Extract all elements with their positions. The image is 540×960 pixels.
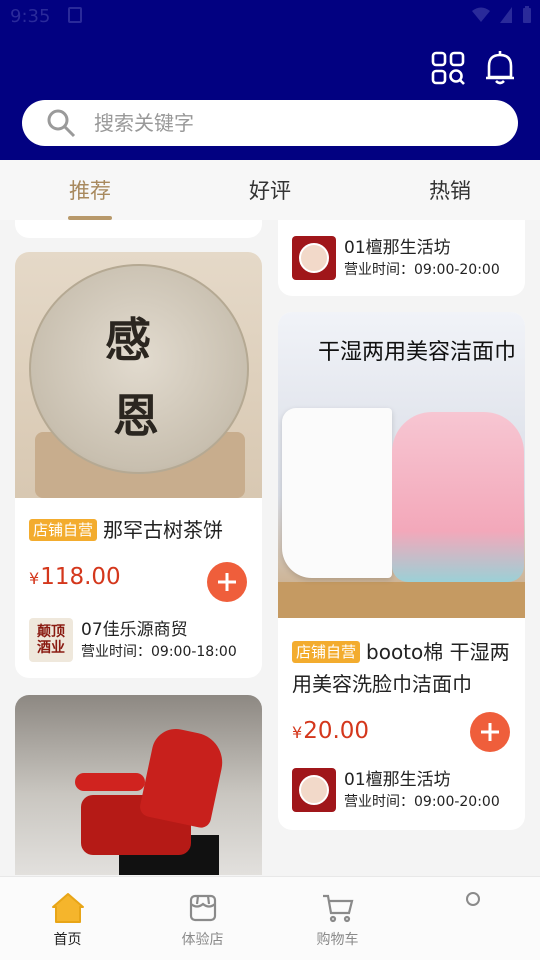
product-card-partial[interactable]: 01檀那生活坊 营业时间：09:00-20:00 (278, 220, 525, 296)
bottom-navigation: 首页 体验店 购物车 (0, 876, 540, 960)
status-icons (472, 6, 532, 24)
nav-home[interactable]: 首页 (0, 877, 135, 960)
app-header: 9:35 (0, 0, 540, 160)
plus-icon (481, 723, 499, 741)
tab-recommended[interactable]: 推荐 (0, 160, 180, 220)
home-icon (51, 891, 85, 925)
price-value: 20.00 (303, 718, 370, 744)
shop-info[interactable]: 01檀那生活坊 营业时间：09:00-20:00 (292, 768, 500, 812)
tab-label: 推荐 (69, 179, 111, 203)
product-title-line: 店铺自营 那罕古树茶饼 (29, 514, 248, 546)
product-card-partial[interactable] (15, 220, 262, 238)
tab-label: 好评 (249, 179, 291, 203)
self-operated-badge: 店铺自营 (292, 641, 361, 663)
search-input[interactable] (94, 111, 474, 135)
tab-best-selling[interactable]: 热销 (360, 160, 540, 220)
table-graphic (278, 582, 525, 618)
tab-top-rated[interactable]: 好评 (180, 160, 360, 220)
chair-back-graphic (138, 724, 228, 830)
shop-hours: 营业时间：09:00-20:00 (344, 262, 500, 278)
chair-arm-graphic (75, 773, 145, 791)
shop-logo (292, 768, 336, 812)
currency-symbol: ¥ (29, 569, 40, 588)
shop-info[interactable]: 颠顶 酒业 07佳乐源商贸 营业时间：09:00-18:00 (29, 618, 237, 662)
status-time: 9:35 (10, 6, 51, 27)
product-card[interactable]: 干湿两用美容洁面巾 店铺自营 booto棉 干湿两用美容洗脸巾洁面巾 ¥20.00… (278, 312, 525, 830)
product-image-caption: 干湿两用美容洁面巾 (318, 339, 517, 364)
tea-cake-character: 恩 (113, 389, 159, 443)
header-actions (430, 50, 518, 86)
currency-symbol: ¥ (292, 723, 303, 742)
product-image[interactable] (15, 695, 262, 875)
bell-icon (486, 51, 514, 85)
add-to-cart-button[interactable] (207, 562, 247, 602)
add-to-cart-button[interactable] (470, 712, 510, 752)
shop-info[interactable]: 01檀那生活坊 营业时间：09:00-20:00 (292, 236, 500, 280)
shop-name: 01檀那生活坊 (344, 770, 451, 790)
nav-label: 购物车 (316, 932, 359, 948)
store-icon (186, 891, 220, 925)
towel-pack-graphic (392, 412, 524, 582)
signal-icon (500, 7, 512, 23)
search-bar[interactable] (22, 100, 518, 146)
plus-icon (218, 573, 236, 591)
shop-name: 07佳乐源商贸 (81, 620, 188, 640)
cart-icon (321, 891, 355, 925)
nav-label: 首页 (53, 932, 82, 948)
category-tabs: 推荐 好评 热销 (0, 160, 540, 220)
price-value: 118.00 (40, 564, 121, 590)
notification-icon (68, 7, 82, 23)
nav-label: 体验店 (181, 932, 224, 948)
product-feed[interactable]: 01檀那生活坊 营业时间：09:00-20:00 感 恩 店铺自营 那罕古树茶饼 … (0, 220, 540, 875)
tab-label: 热销 (429, 179, 471, 203)
nav-experience-store[interactable]: 体验店 (135, 877, 270, 960)
shop-hours: 营业时间：09:00-18:00 (81, 644, 237, 660)
nav-cart[interactable]: 购物车 (270, 877, 405, 960)
grid-search-icon (431, 51, 465, 85)
product-image[interactable]: 干湿两用美容洁面巾 (278, 312, 525, 618)
shop-logo (292, 236, 336, 280)
product-title-line: 店铺自营 booto棉 干湿两用美容洗脸巾洁面巾 (292, 636, 511, 700)
scan-grid-button[interactable] (430, 50, 466, 86)
self-operated-badge: 店铺自营 (29, 519, 98, 541)
shop-name: 01檀那生活坊 (344, 238, 451, 258)
profile-icon (456, 891, 490, 917)
search-icon (47, 109, 76, 138)
towel-roll-graphic (282, 408, 392, 578)
shop-logo: 颠顶 酒业 (29, 618, 73, 662)
shop-logo-text: 酒业 (37, 640, 65, 656)
status-bar: 9:35 (0, 0, 540, 36)
product-card[interactable]: 感 恩 店铺自营 那罕古树茶饼 ¥118.00 颠顶 酒业 07佳乐源商贸 营业时… (15, 252, 262, 678)
tea-cake-character: 感 (105, 313, 151, 367)
shop-logo-text: 颠顶 (37, 624, 65, 640)
product-title[interactable]: 那罕古树茶饼 (103, 518, 223, 542)
battery-icon (523, 6, 531, 23)
nav-profile[interactable] (405, 877, 540, 960)
shop-hours: 营业时间：09:00-20:00 (344, 794, 500, 810)
product-card[interactable] (15, 695, 262, 875)
notifications-button[interactable] (482, 50, 518, 86)
product-image[interactable]: 感 恩 (15, 252, 262, 498)
wifi-icon (472, 7, 490, 22)
